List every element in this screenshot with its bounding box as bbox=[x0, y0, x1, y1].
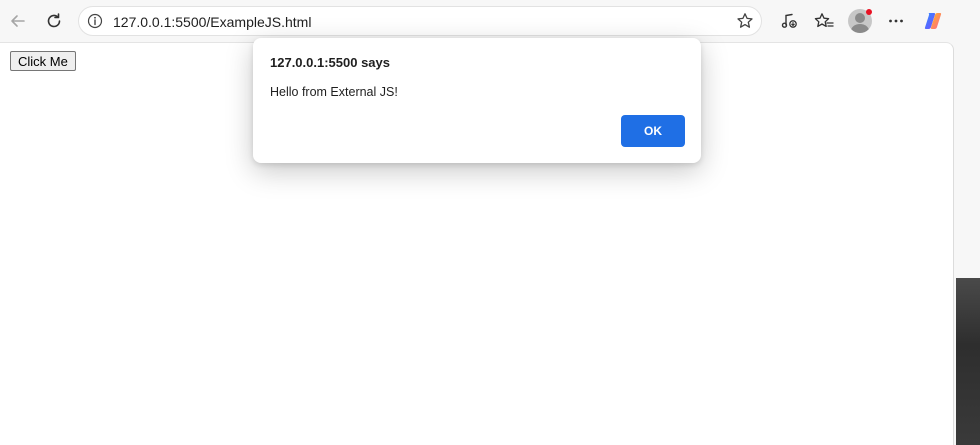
star-icon[interactable] bbox=[736, 12, 754, 30]
browser-toolbar: 127.0.0.1:5500/ExampleJS.html bbox=[0, 0, 980, 42]
desktop-background bbox=[954, 0, 980, 445]
avatar-shoulders bbox=[851, 24, 869, 33]
ok-button[interactable]: OK bbox=[621, 115, 685, 147]
favorites-icon bbox=[814, 13, 834, 28]
copilot-button[interactable] bbox=[920, 8, 946, 34]
info-icon[interactable] bbox=[87, 13, 103, 29]
avatar-head bbox=[855, 13, 865, 23]
click-me-button[interactable]: Click Me bbox=[10, 51, 76, 71]
copilot-icon bbox=[924, 13, 942, 29]
more-button[interactable] bbox=[883, 8, 909, 34]
reload-button[interactable] bbox=[41, 8, 67, 34]
back-arrow-icon bbox=[11, 15, 25, 27]
dialog-title: 127.0.0.1:5500 says bbox=[270, 55, 390, 70]
favorites-button[interactable] bbox=[811, 8, 837, 34]
notification-dot bbox=[866, 9, 872, 15]
alert-dialog: 127.0.0.1:5500 says Hello from External … bbox=[253, 38, 701, 163]
desktop-wallpaper-strip bbox=[956, 278, 980, 445]
media-control-button[interactable] bbox=[776, 8, 802, 34]
dialog-message: Hello from External JS! bbox=[270, 85, 398, 99]
more-dots-icon bbox=[889, 19, 903, 23]
address-bar[interactable]: 127.0.0.1:5500/ExampleJS.html bbox=[78, 6, 762, 36]
music-note-icon bbox=[781, 13, 797, 28]
back-button[interactable] bbox=[5, 8, 31, 34]
url-text[interactable]: 127.0.0.1:5500/ExampleJS.html bbox=[113, 14, 311, 30]
reload-icon bbox=[47, 13, 61, 28]
